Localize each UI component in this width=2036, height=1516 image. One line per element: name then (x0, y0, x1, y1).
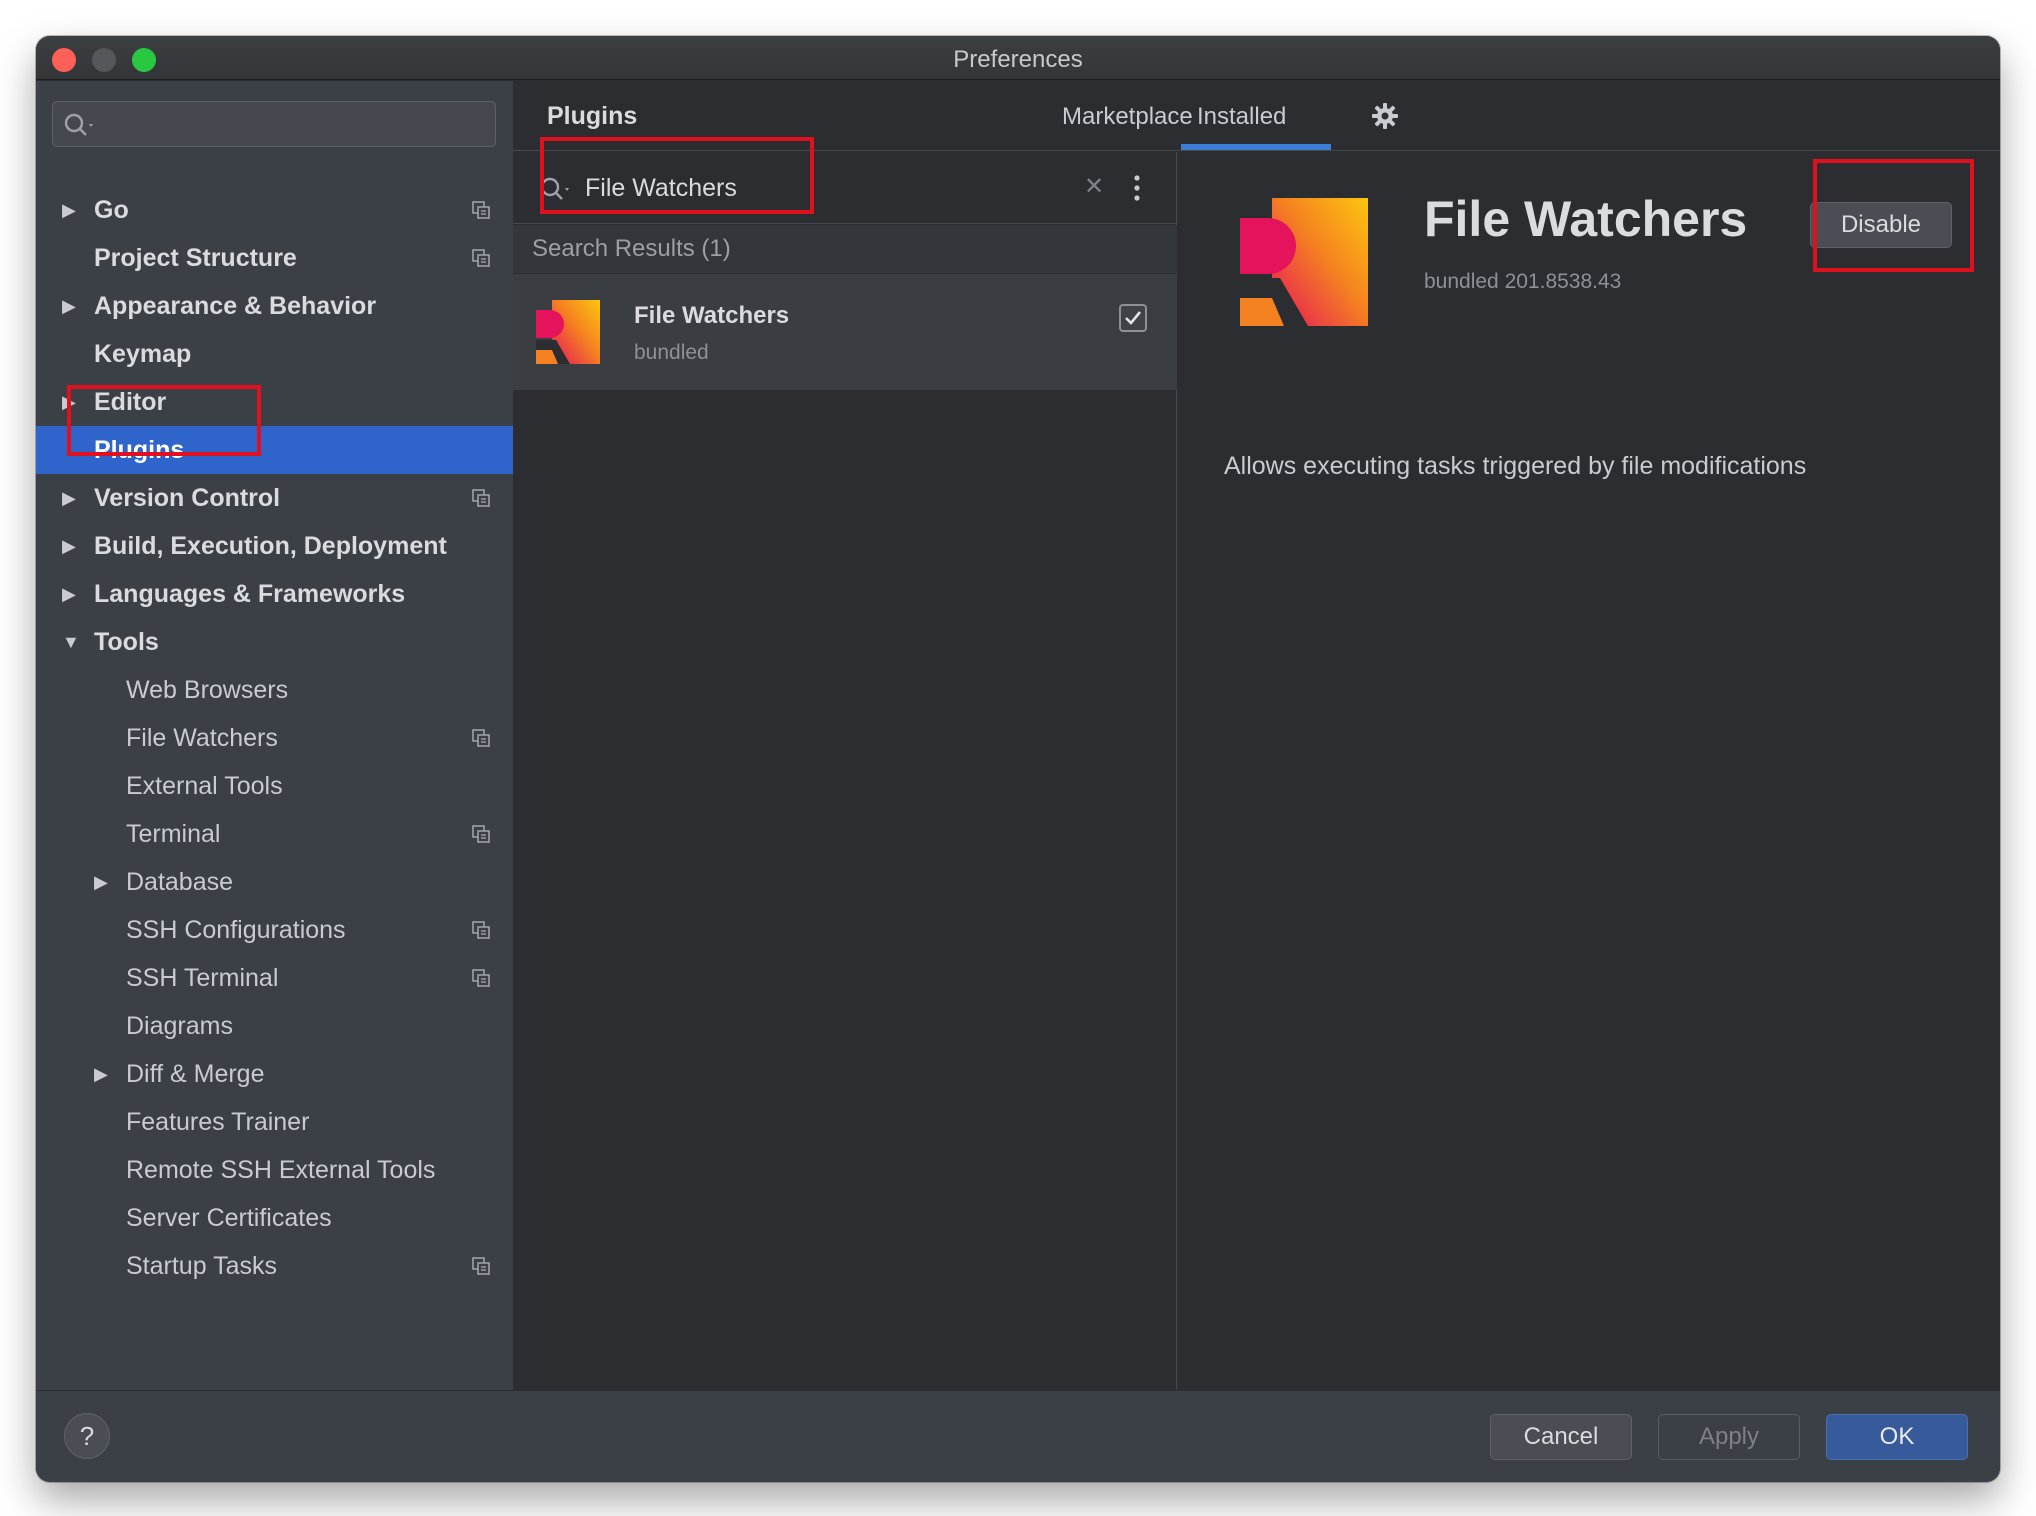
sidebar-item-label: Plugins (94, 436, 185, 464)
sidebar-item-label: Database (126, 868, 234, 896)
plugin-version: bundled 201.8538.43 (1424, 270, 1622, 293)
search-results-header: Search Results (1) (513, 225, 1177, 273)
sidebar-item-version-control[interactable]: ▶ Version Control (36, 474, 513, 522)
sidebar-item-label: Startup Tasks (126, 1252, 278, 1280)
project-level-icon (472, 249, 490, 267)
project-level-icon (472, 921, 490, 939)
sidebar-item-web-browsers[interactable]: Web Browsers (36, 666, 513, 714)
sidebar-item-label: External Tools (126, 772, 283, 800)
sidebar-item-label: Keymap (94, 340, 192, 368)
cancel-button[interactable]: Cancel (1490, 1414, 1632, 1460)
plugin-detail-panel: File Watchers Disable bundled 201.8538.4… (1178, 152, 2000, 1390)
tab-installed[interactable]: Installed (1197, 103, 1286, 131)
sidebar-item-languages-frameworks[interactable]: ▶ Languages & Frameworks (36, 570, 513, 618)
sidebar-item-label: File Watchers (126, 724, 278, 752)
sidebar-item-terminal[interactable]: Terminal (36, 810, 513, 858)
sidebar-item-startup-tasks[interactable]: Startup Tasks (36, 1242, 513, 1290)
project-level-icon (472, 825, 490, 843)
file-watchers-logo-icon (536, 300, 600, 364)
sidebar-item-label: Server Certificates (126, 1204, 332, 1232)
sidebar-item-editor[interactable]: ▶ Editor (36, 378, 513, 426)
project-level-icon (472, 729, 490, 747)
ok-button[interactable]: OK (1826, 1414, 1968, 1460)
project-level-icon (472, 969, 490, 987)
settings-sidebar: ▶ Go Project Structure ▶ Appearance & Behavi… (36, 81, 513, 1390)
plugin-detail-title: File Watchers (1424, 191, 1748, 247)
sidebar-item-label: Editor (94, 388, 167, 416)
sidebar-item-build-execution-deployment[interactable]: ▶ Build, Execution, Deployment (36, 522, 513, 570)
sidebar-item-label: Go (94, 196, 129, 224)
plugin-description: Allows executing tasks triggered by file… (1224, 452, 1807, 480)
apply-button[interactable]: Apply (1658, 1414, 1800, 1460)
sidebar-item-external-tools[interactable]: External Tools (36, 762, 513, 810)
sidebar-item-label: SSH Configurations (126, 916, 346, 944)
sidebar-item-appearance-behavior[interactable]: ▶ Appearance & Behavior (36, 282, 513, 330)
checkmark-icon (1125, 311, 1142, 325)
collapsed-arrow-icon[interactable]: ▶ (94, 858, 108, 906)
plugin-search-bar: ✕ (513, 152, 1177, 224)
sidebar-item-label: Tools (94, 628, 159, 656)
sidebar-item-project-structure[interactable]: Project Structure (36, 234, 513, 282)
sidebar-item-label: Remote SSH External Tools (126, 1156, 436, 1184)
sidebar-item-plugins[interactable]: Plugins (36, 426, 513, 474)
sidebar-item-label: Languages & Frameworks (94, 580, 406, 608)
search-icon (540, 177, 569, 200)
sidebar-item-server-certificates[interactable]: Server Certificates (36, 1194, 513, 1242)
disable-button[interactable]: Disable (1810, 202, 1952, 248)
gear-icon[interactable] (1370, 101, 1400, 131)
sidebar-item-label: Features Trainer (126, 1108, 310, 1136)
plugins-header: Plugins Marketplace Installed (513, 81, 2000, 151)
sidebar-item-go[interactable]: ▶ Go (36, 186, 513, 234)
dialog-footer: ? Cancel Apply OK (36, 1390, 2000, 1482)
sidebar-item-label: SSH Terminal (126, 964, 279, 992)
project-level-icon (472, 201, 490, 219)
collapsed-arrow-icon[interactable]: ▶ (62, 522, 76, 570)
project-level-icon (472, 1257, 490, 1275)
sidebar-item-remote-ssh-external-tools[interactable]: Remote SSH External Tools (36, 1146, 513, 1194)
sidebar-item-label: Appearance & Behavior (94, 292, 377, 320)
collapsed-arrow-icon[interactable]: ▶ (62, 378, 76, 426)
sidebar-item-label: Terminal (126, 820, 221, 848)
expanded-arrow-icon[interactable]: ▼ (62, 618, 80, 666)
collapsed-arrow-icon[interactable]: ▶ (62, 282, 76, 330)
settings-search-input[interactable] (52, 101, 496, 147)
more-options-icon[interactable] (1132, 172, 1142, 204)
sidebar-item-label: Diagrams (126, 1012, 233, 1040)
active-tab-indicator (1181, 144, 1331, 150)
sidebar-item-label: Build, Execution, Deployment (94, 532, 447, 560)
sidebar-item-label: Diff & Merge (126, 1060, 265, 1088)
plugin-result-subtitle: bundled (634, 341, 709, 364)
preferences-window: Preferences ▶ Go Project Structure ▶ Appeara… (36, 36, 2000, 1482)
collapsed-arrow-icon[interactable]: ▶ (94, 1050, 108, 1098)
collapsed-arrow-icon[interactable]: ▶ (62, 474, 76, 522)
window-title: Preferences (953, 46, 1083, 73)
title-bar: Preferences (36, 36, 2000, 80)
plugin-search-input[interactable] (585, 170, 1065, 206)
sidebar-item-database[interactable]: ▶ Database (36, 858, 513, 906)
project-level-icon (472, 489, 490, 507)
help-button[interactable]: ? (64, 1413, 110, 1459)
sidebar-item-features-trainer[interactable]: Features Trainer (36, 1098, 513, 1146)
page-title: Plugins (547, 102, 638, 130)
tab-marketplace[interactable]: Marketplace (1062, 103, 1193, 131)
sidebar-item-ssh-configurations[interactable]: SSH Configurations (36, 906, 513, 954)
sidebar-item-label: Version Control (94, 484, 281, 512)
file-watchers-logo-icon (1240, 198, 1368, 326)
collapsed-arrow-icon[interactable]: ▶ (62, 570, 76, 618)
sidebar-item-keymap[interactable]: Keymap (36, 330, 513, 378)
plugin-list-panel: ✕ Search Results (1) (513, 152, 1177, 1390)
clear-search-icon[interactable]: ✕ (1084, 172, 1104, 201)
sidebar-item-label: Project Structure (94, 244, 297, 272)
sidebar-item-diagrams[interactable]: Diagrams (36, 1002, 513, 1050)
sidebar-item-ssh-terminal[interactable]: SSH Terminal (36, 954, 513, 1002)
plugin-result-name: File Watchers (634, 302, 790, 329)
sidebar-item-file-watchers[interactable]: File Watchers (36, 714, 513, 762)
plugin-enabled-checkbox[interactable] (1119, 304, 1147, 332)
plugin-result-row[interactable]: File Watchers bundled (513, 274, 1177, 390)
search-icon (64, 113, 93, 136)
collapsed-arrow-icon[interactable]: ▶ (62, 186, 76, 234)
sidebar-item-label: Web Browsers (126, 676, 289, 704)
sidebar-item-diff-merge[interactable]: ▶ Diff & Merge (36, 1050, 513, 1098)
sidebar-item-tools[interactable]: ▼ Tools (36, 618, 513, 666)
